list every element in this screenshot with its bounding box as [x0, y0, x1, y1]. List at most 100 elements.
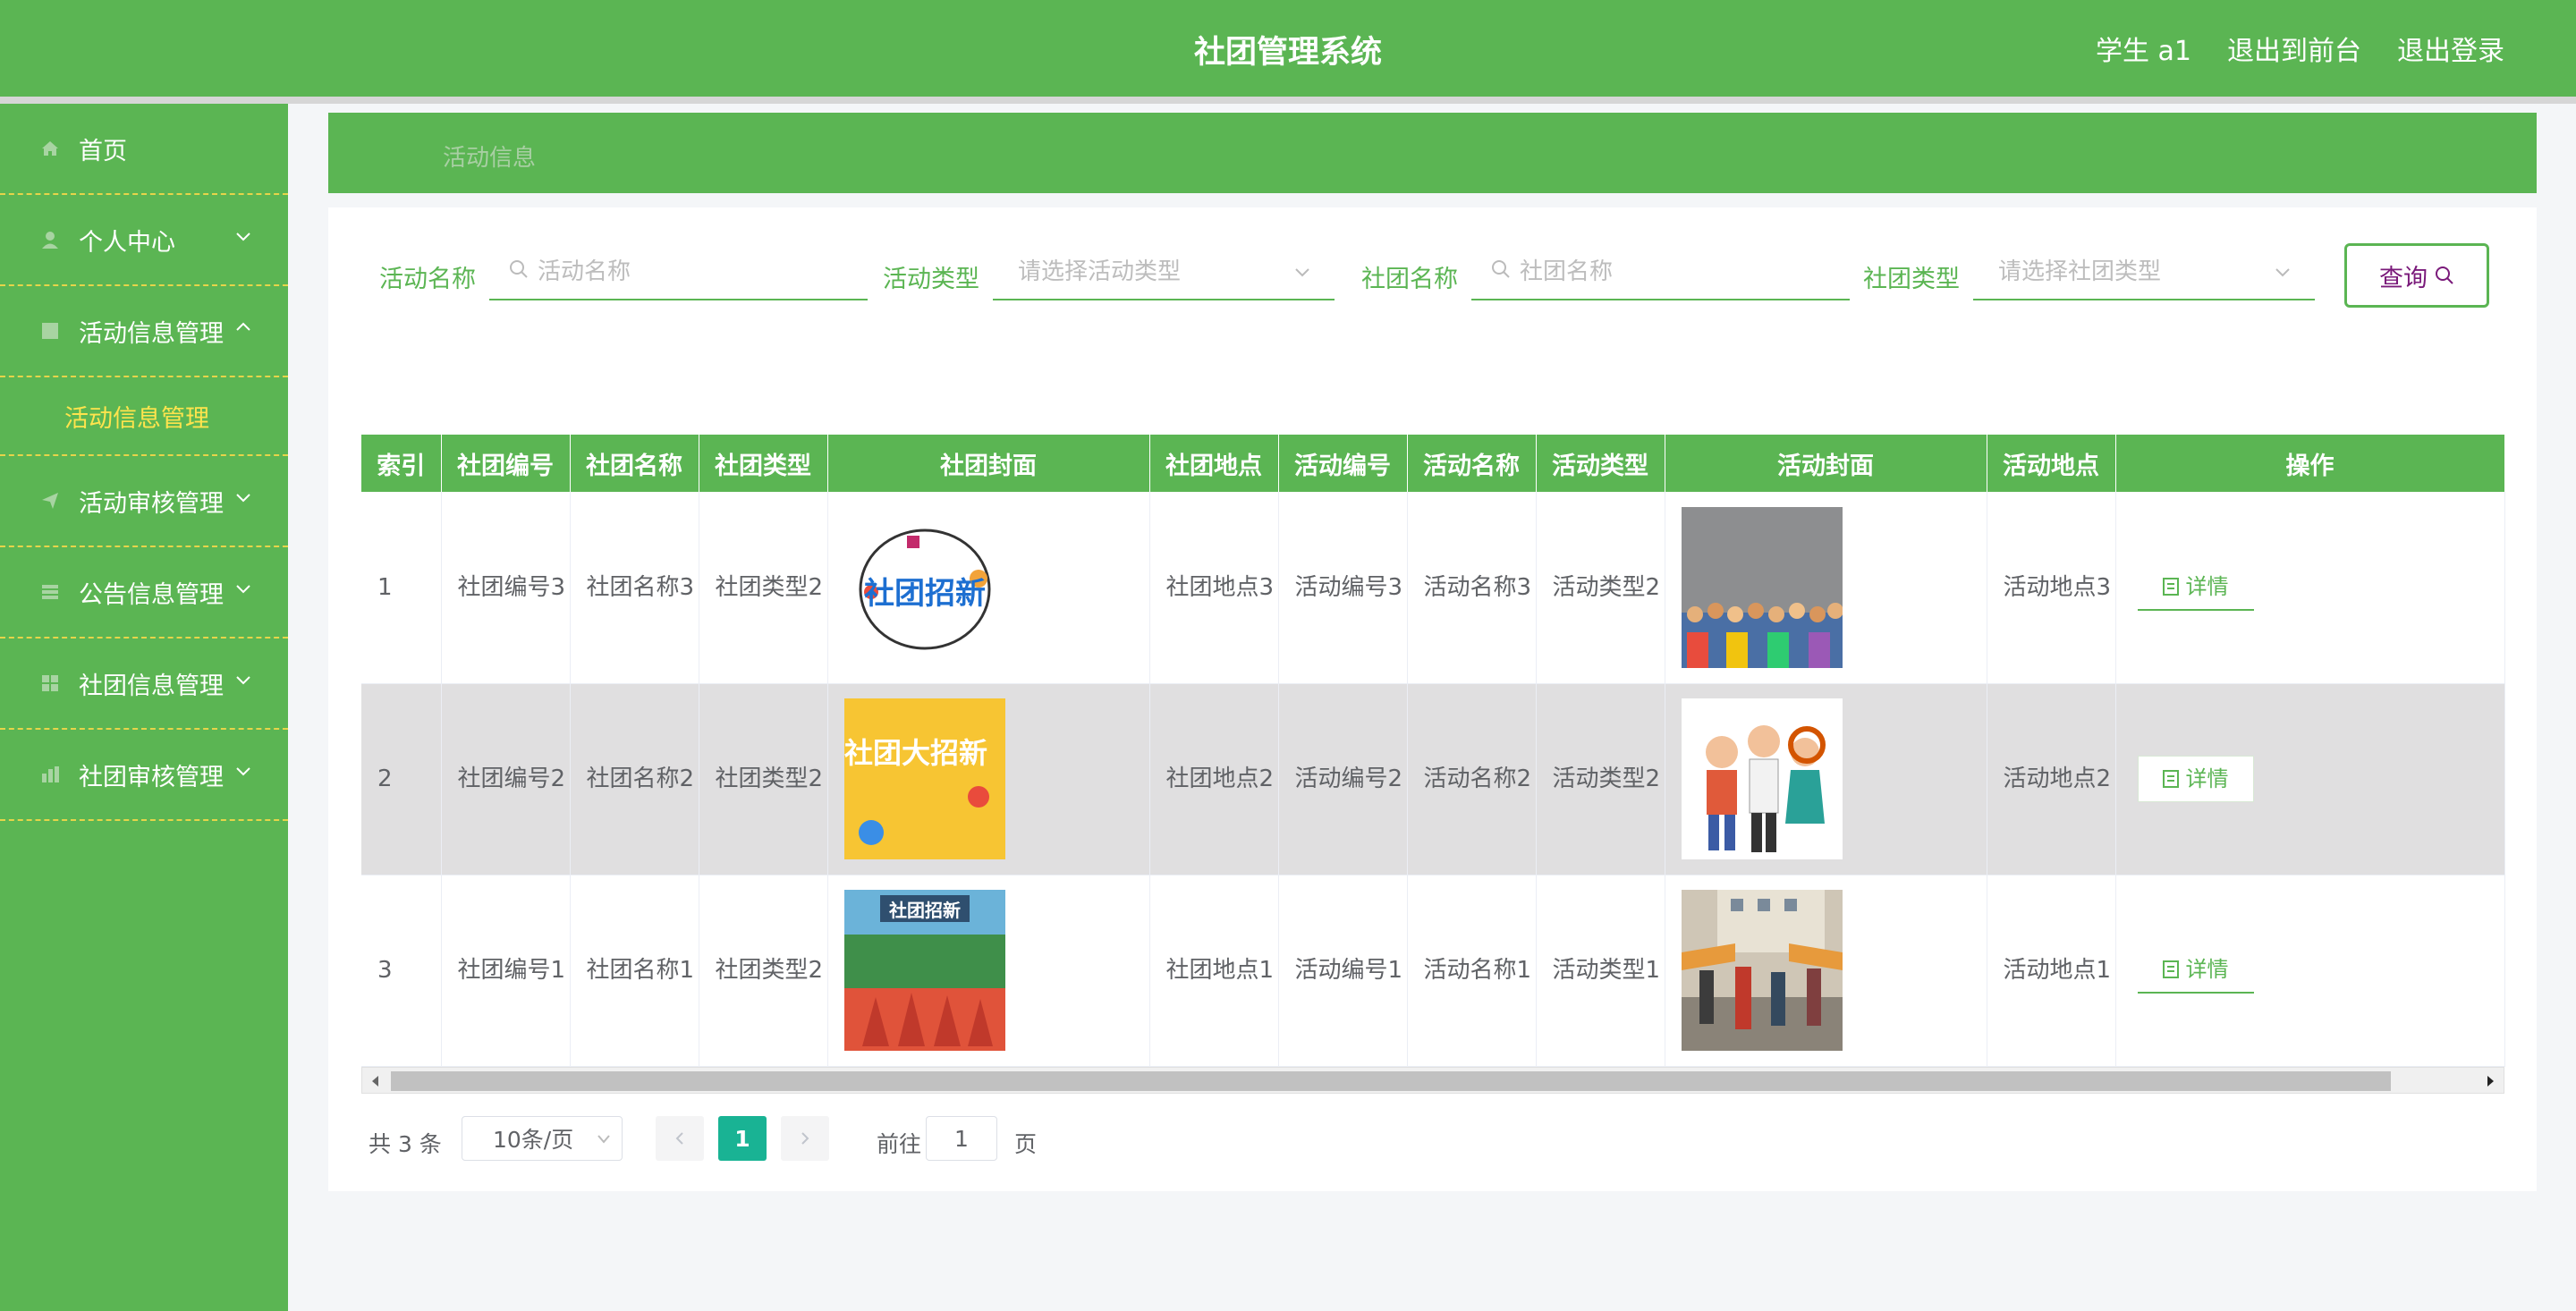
col-header: 活动地点	[1987, 435, 2116, 492]
table-row[interactable]: 1 社团编号3 社团名称3 社团类型2 社团招新 社团地点3 活动编号3 活动名…	[361, 492, 2505, 684]
col-header: 社团编号	[441, 435, 571, 492]
col-header: 社团名称	[570, 435, 699, 492]
breadcrumb[interactable]: 活动信息	[443, 140, 536, 173]
cell-club-name: 社团名称2	[570, 683, 699, 875]
detail-button[interactable]: 详情	[2137, 756, 2254, 802]
search-icon	[1492, 260, 1510, 278]
scroll-right-icon[interactable]	[2484, 1074, 2496, 1088]
cell-club-type: 社团类型2	[699, 875, 828, 1067]
sidebar-item-label: 活动审核管理	[79, 489, 224, 518]
cell-club-place: 社团地点3	[1149, 492, 1279, 684]
sidebar-item-notice[interactable]: 公告信息管理	[0, 547, 288, 639]
page-size-value: 10条/页	[493, 1127, 574, 1153]
page-number-current[interactable]: 1	[718, 1116, 767, 1161]
chevron-down-icon	[236, 494, 250, 503]
sidebar-item-activity-audit[interactable]: 活动审核管理	[0, 456, 288, 547]
club-cover-text: 社团大招新	[844, 736, 987, 770]
table-header-row: 索引 社团编号 社团名称 社团类型 社团封面 社团地点 活动编号 活动名称 活动…	[361, 435, 2505, 492]
sidebar-item-label: 社团信息管理	[79, 672, 224, 700]
activity-cover-image[interactable]	[1681, 698, 1843, 859]
activity-type-select[interactable]: 请选择活动类型	[993, 240, 1335, 300]
sidebar-item-activity[interactable]: 活动信息管理	[0, 286, 288, 377]
front-page-link[interactable]: 退出到前台	[2227, 29, 2361, 68]
activity-cover-image[interactable]	[1681, 506, 1843, 668]
data-table: 索引 社团编号 社团名称 社团类型 社团封面 社团地点 活动编号 活动名称 活动…	[361, 435, 2505, 1067]
sidebar-item-label: 活动信息管理	[79, 319, 224, 348]
current-user[interactable]: 学生 a1	[2096, 29, 2191, 68]
cell-act-no: 活动编号2	[1278, 683, 1408, 875]
logout-link[interactable]: 退出登录	[2397, 29, 2504, 68]
document-icon	[2162, 577, 2179, 596]
horizontal-scrollbar[interactable]	[361, 1067, 2504, 1094]
page-unit-label: 页	[1014, 1131, 1038, 1157]
cell-club-cover: 社团招新	[827, 875, 1150, 1067]
activity-name-label: 活动名称	[379, 266, 476, 293]
scroll-left-icon[interactable]	[369, 1074, 382, 1088]
club-cover-image[interactable]: 社团大招新	[843, 698, 1005, 859]
home-icon	[39, 138, 61, 159]
cell-act-cover	[1665, 875, 1987, 1067]
club-name-label: 社团名称	[1361, 266, 1458, 293]
cell-act-name: 活动名称2	[1407, 683, 1537, 875]
club-cover-image[interactable]: 社团招新	[843, 506, 1005, 668]
cell-act-type: 活动类型2	[1536, 492, 1665, 684]
col-header: 操作	[2115, 435, 2505, 492]
cell-act-type: 活动类型2	[1536, 683, 1665, 875]
col-header: 社团封面	[827, 435, 1150, 492]
club-cover-text: 社团招新	[888, 900, 961, 921]
list-icon	[39, 581, 61, 603]
page-size-select[interactable]: 10条/页	[462, 1116, 623, 1161]
club-name-input[interactable]: 社团名称	[1471, 240, 1850, 300]
sidebar-item-label: 个人中心	[79, 228, 175, 257]
cell-club-no: 社团编号3	[441, 492, 571, 684]
query-button-label: 查询	[2379, 264, 2428, 292]
table-row[interactable]: 3 社团编号1 社团名称1 社团类型2 社团招新 社团地点1 活动编号1 活动名…	[361, 875, 2505, 1067]
next-page-button[interactable]	[781, 1116, 829, 1161]
document-icon	[2162, 960, 2179, 978]
cell-club-name: 社团名称3	[570, 492, 699, 684]
cell-index: 1	[361, 492, 442, 684]
sidebar-item-club[interactable]: 社团信息管理	[0, 639, 288, 730]
club-cover-image[interactable]: 社团招新	[843, 890, 1005, 1051]
sidebar-item-home[interactable]: 首页	[0, 104, 288, 195]
activity-cover-image[interactable]	[1681, 890, 1843, 1051]
main-panel: 活动名称 活动名称 活动类型 请选择活动类型 社团名称 社团名称 社团类型 请选…	[328, 207, 2537, 1191]
sidebar-item-profile[interactable]: 个人中心	[0, 195, 288, 286]
activity-name-input[interactable]: 活动名称	[489, 240, 868, 300]
col-header: 活动名称	[1407, 435, 1537, 492]
chevron-down-icon	[2275, 268, 2290, 277]
grid-icon	[39, 672, 61, 694]
cell-act-cover	[1665, 683, 1987, 875]
cell-club-name: 社团名称1	[570, 875, 699, 1067]
breadcrumb-bar: 活动信息	[328, 113, 2537, 193]
sidebar: 首页 个人中心 活动信息管理 活动信息管理 活动审核管理 公告信息管理 社团信息…	[0, 104, 288, 1311]
search-icon	[510, 260, 528, 278]
table-row[interactable]: 2 社团编号2 社团名称2 社团类型2 社团大招新 社团地点2 活动编号2 活动…	[361, 683, 2505, 875]
club-name-placeholder: 社团名称	[1520, 258, 1614, 285]
sidebar-subitem-label: 活动信息管理	[64, 404, 209, 433]
cell-club-no: 社团编号2	[441, 683, 571, 875]
goto-page-input[interactable]: 1	[926, 1116, 997, 1161]
chevron-down-icon	[236, 767, 250, 776]
sidebar-item-club-audit[interactable]: 社团审核管理	[0, 730, 288, 821]
cell-act-type: 活动类型1	[1536, 875, 1665, 1067]
query-button[interactable]: 查询	[2344, 243, 2489, 308]
cell-club-cover: 社团招新	[827, 492, 1150, 684]
scrollbar-thumb[interactable]	[391, 1071, 2391, 1091]
detail-button[interactable]: 详情	[2137, 947, 2254, 994]
document-icon	[2162, 770, 2179, 788]
pagination-total: 共 3 条	[369, 1131, 442, 1157]
detail-button[interactable]: 详情	[2137, 564, 2254, 611]
chart-icon	[39, 764, 61, 785]
sidebar-subitem-activity-manage[interactable]: 活动信息管理	[0, 377, 288, 456]
cell-club-type: 社团类型2	[699, 492, 828, 684]
detail-button-label: 详情	[2185, 573, 2229, 599]
prev-page-button[interactable]	[656, 1116, 704, 1161]
cell-act-no: 活动编号3	[1278, 492, 1408, 684]
club-type-select[interactable]: 请选择社团类型	[1973, 240, 2315, 300]
club-type-placeholder: 请选择社团类型	[1998, 258, 2162, 285]
search-icon	[2436, 266, 2453, 284]
activity-name-placeholder: 活动名称	[538, 258, 631, 285]
club-cover-text: 社团招新	[864, 576, 986, 612]
cell-club-cover: 社团大招新	[827, 683, 1150, 875]
